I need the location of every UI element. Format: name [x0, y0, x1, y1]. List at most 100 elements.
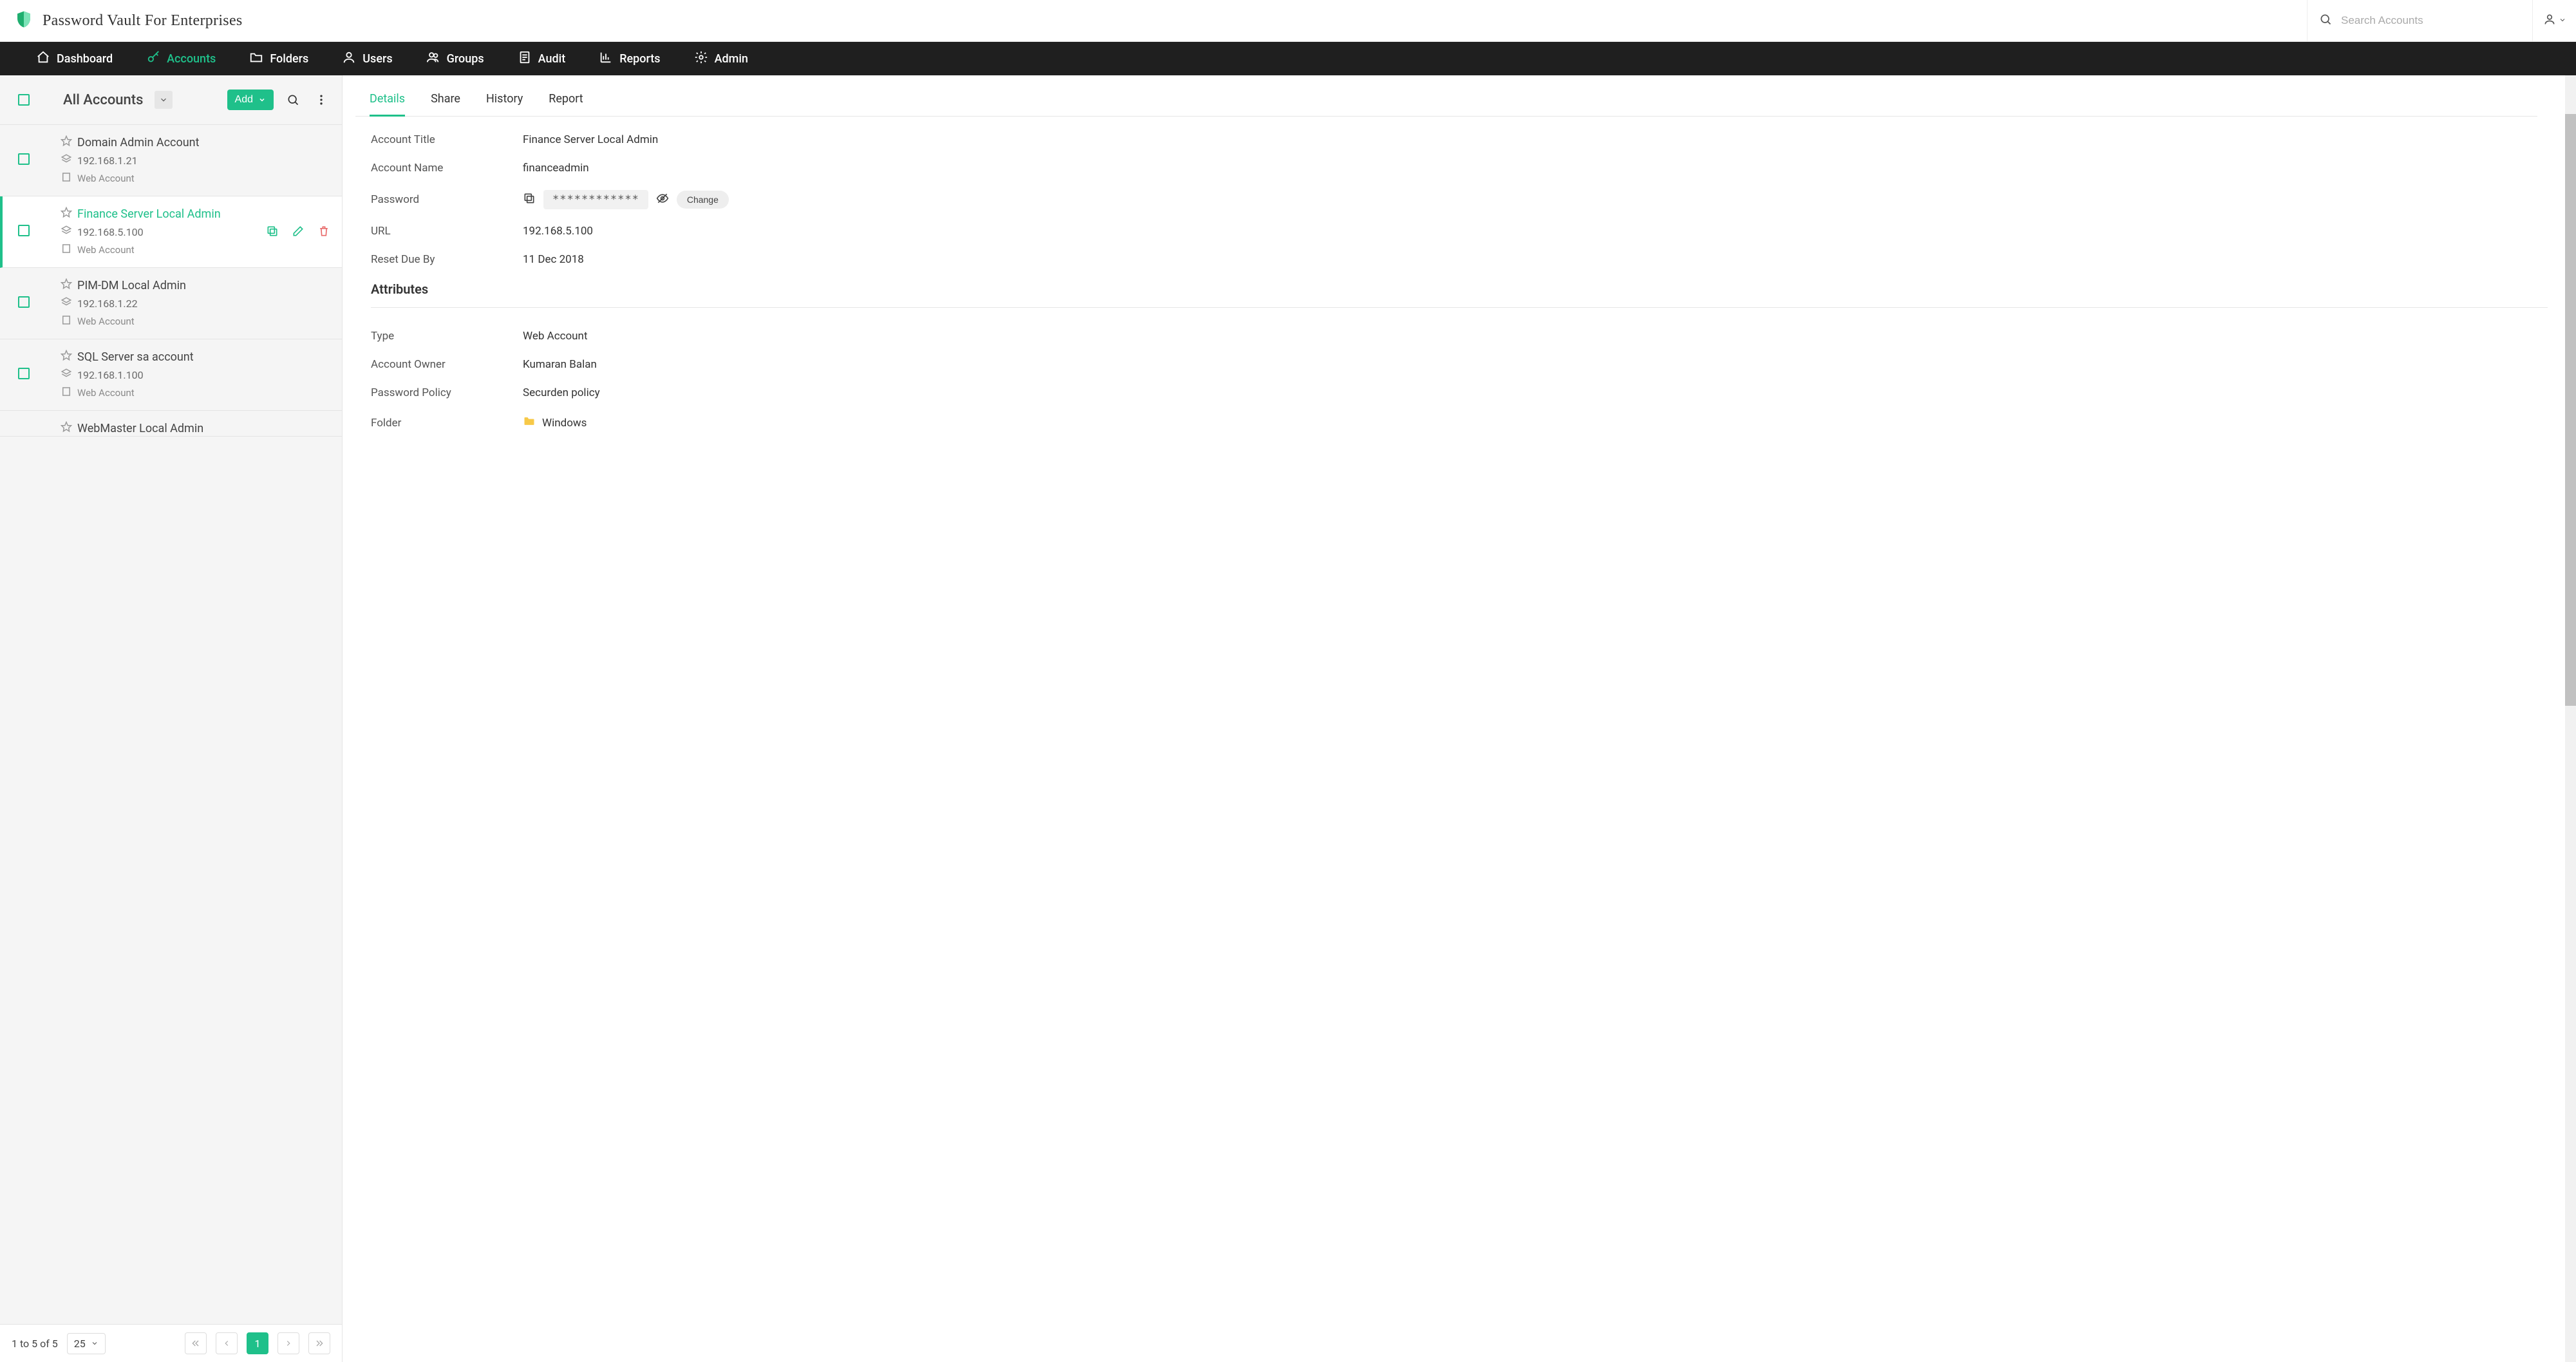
user-menu[interactable]	[2532, 0, 2576, 41]
account-type: Web Account	[77, 387, 135, 399]
row-checkbox[interactable]	[18, 153, 30, 165]
page-number-button[interactable]: 1	[247, 1332, 268, 1354]
account-title: Finance Server Local Admin	[77, 207, 221, 221]
account-type: Web Account	[77, 173, 135, 184]
nav-folders[interactable]: Folders	[232, 42, 325, 75]
key-icon	[146, 50, 160, 68]
account-title: WebMaster Local Admin	[77, 422, 203, 435]
main-content: All Accounts Add	[0, 75, 2576, 1362]
account-row[interactable]: WebMaster Local Admin	[0, 411, 342, 437]
tab-share[interactable]: Share	[431, 92, 460, 116]
account-title: Domain Admin Account	[77, 136, 200, 149]
url-label: URL	[371, 225, 523, 238]
search-box[interactable]	[2307, 0, 2532, 41]
row-checkbox[interactable]	[18, 225, 30, 236]
folder-value: Windows	[542, 417, 587, 430]
account-host: 192.168.1.22	[77, 298, 138, 310]
edit-icon[interactable]	[292, 225, 305, 240]
users-icon	[426, 50, 440, 68]
account-title: SQL Server sa account	[77, 350, 194, 364]
nav-accounts[interactable]: Accounts	[129, 42, 232, 75]
layers-icon	[61, 225, 72, 239]
star-icon[interactable]	[61, 207, 72, 221]
search-icon	[2319, 13, 2332, 28]
delete-icon[interactable]	[317, 225, 330, 240]
account-host: 192.168.5.100	[77, 226, 144, 238]
page-number: 1	[255, 1338, 261, 1350]
page-size-select[interactable]: 25	[67, 1333, 106, 1354]
type-value: Web Account	[523, 330, 588, 343]
search-input[interactable]	[2341, 14, 2521, 27]
tab-details[interactable]: Details	[370, 92, 405, 117]
main-nav: Dashboard Accounts Folders Users Groups …	[0, 42, 2576, 75]
title-dropdown[interactable]	[155, 91, 173, 109]
tab-history[interactable]: History	[486, 92, 523, 116]
page-prev-button[interactable]	[216, 1332, 238, 1354]
nav-dashboard[interactable]: Dashboard	[19, 42, 129, 75]
star-icon[interactable]	[61, 278, 72, 292]
password-masked: ************	[543, 190, 648, 209]
row-checkbox[interactable]	[18, 296, 30, 308]
eye-off-icon[interactable]	[656, 192, 669, 208]
pagination: 1 to 5 of 5 25 1	[0, 1324, 342, 1362]
copy-password-icon[interactable]	[523, 192, 536, 208]
building-icon	[61, 314, 72, 328]
details-body: Account Title Finance Server Local Admin…	[355, 117, 2563, 453]
nav-accounts-label: Accounts	[167, 52, 216, 66]
app-title: Password Vault For Enterprises	[42, 12, 243, 30]
nav-audit[interactable]: Audit	[501, 42, 583, 75]
top-header: Password Vault For Enterprises	[0, 0, 2576, 42]
row-checkbox[interactable]	[18, 368, 30, 379]
filter-search-icon[interactable]	[284, 91, 302, 109]
select-all-checkbox[interactable]	[18, 94, 30, 106]
nav-users[interactable]: Users	[325, 42, 409, 75]
folder-icon	[249, 50, 263, 68]
account-type: Web Account	[77, 244, 135, 256]
add-button-label: Add	[235, 94, 253, 106]
scrollbar[interactable]	[2565, 75, 2576, 1362]
document-icon	[518, 50, 532, 68]
page-next-button[interactable]	[277, 1332, 299, 1354]
change-password-button[interactable]: Change	[677, 191, 729, 209]
gear-icon	[694, 50, 708, 68]
user-icon	[342, 50, 356, 68]
chevron-down-icon	[91, 1339, 99, 1347]
nav-admin[interactable]: Admin	[677, 42, 765, 75]
password-label: Password	[371, 193, 523, 206]
nav-admin-label: Admin	[715, 52, 748, 66]
building-icon	[61, 386, 72, 400]
building-icon	[61, 171, 72, 185]
page-last-button[interactable]	[308, 1332, 330, 1354]
accounts-list: Domain Admin Account 192.168.1.21 Web Ac…	[0, 124, 342, 1324]
owner-label: Account Owner	[371, 358, 523, 371]
layers-icon	[61, 368, 72, 382]
more-menu-icon[interactable]	[312, 91, 330, 109]
folder-label: Folder	[371, 417, 523, 430]
account-title-label: Account Title	[371, 133, 523, 146]
layers-icon	[61, 296, 72, 310]
star-icon[interactable]	[61, 350, 72, 364]
nav-users-label: Users	[362, 52, 392, 66]
reset-label: Reset Due By	[371, 253, 523, 266]
account-row[interactable]: Finance Server Local Admin 192.168.5.100…	[0, 196, 342, 268]
add-button[interactable]: Add	[227, 90, 274, 110]
tab-report[interactable]: Report	[549, 92, 583, 116]
nav-audit-label: Audit	[538, 52, 566, 66]
page-first-button[interactable]	[185, 1332, 207, 1354]
account-row[interactable]: Domain Admin Account 192.168.1.21 Web Ac…	[0, 125, 342, 196]
star-icon[interactable]	[61, 421, 72, 435]
row-actions	[266, 225, 330, 240]
star-icon[interactable]	[61, 135, 72, 149]
account-name-label: Account Name	[371, 162, 523, 175]
user-icon	[2543, 13, 2556, 28]
account-row[interactable]: SQL Server sa account 192.168.1.100 Web …	[0, 339, 342, 411]
nav-groups[interactable]: Groups	[409, 42, 501, 75]
paging-summary: 1 to 5 of 5	[12, 1338, 58, 1350]
account-host: 192.168.1.21	[77, 155, 138, 167]
copy-icon[interactable]	[266, 225, 279, 240]
nav-dashboard-label: Dashboard	[57, 52, 113, 66]
nav-reports[interactable]: Reports	[582, 42, 677, 75]
account-title: PIM-DM Local Admin	[77, 279, 186, 292]
chevron-down-icon	[258, 96, 266, 104]
account-row[interactable]: PIM-DM Local Admin 192.168.1.22 Web Acco…	[0, 268, 342, 339]
